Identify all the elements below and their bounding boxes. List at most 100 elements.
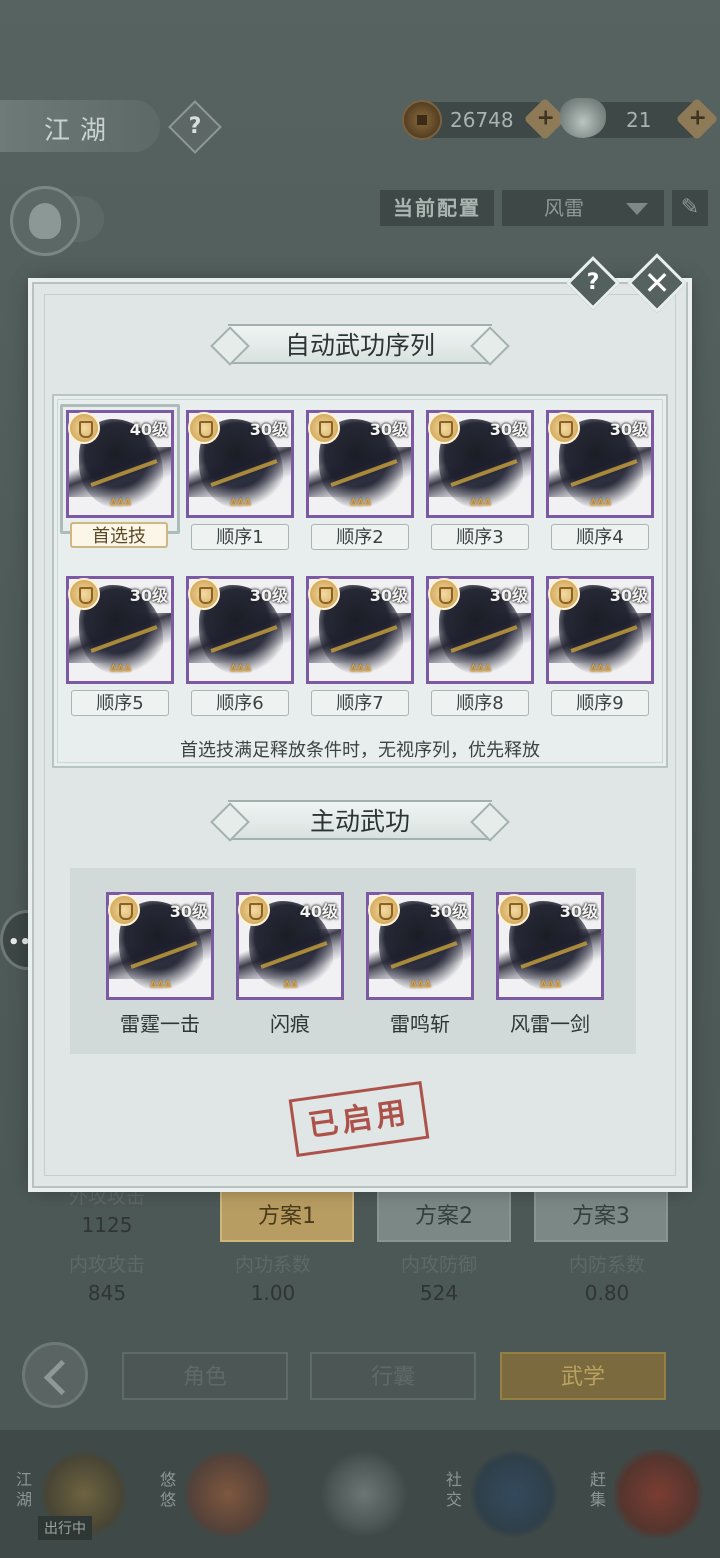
active-skill-card[interactable]: 30级 ᐞᐞᐞ (496, 892, 604, 1000)
shield-badge-icon (68, 578, 100, 610)
stat-value: 0.80 (584, 1281, 630, 1305)
skill-level: 30级 (559, 902, 598, 921)
copper-amount: 26748 (450, 108, 514, 132)
tab-bag[interactable]: 行囊 (310, 1352, 476, 1400)
order-tag: 顺序5 (71, 690, 169, 716)
skill-card[interactable]: 30级 ᐞᐞᐞ (66, 576, 174, 684)
flame-rank-icon: ᐞᐞᐞ (229, 662, 251, 680)
tab-character[interactable]: 角色 (122, 1352, 288, 1400)
stat-value: 845 (87, 1281, 127, 1305)
lotus-icon[interactable] (10, 186, 80, 256)
back-arrow-icon[interactable] (22, 1342, 88, 1408)
skill-card[interactable]: 30级 ᐞᐞᐞ (306, 410, 414, 518)
flame-rank-icon: ᐞᐞᐞ (149, 978, 171, 996)
skill-card[interactable]: 30级 ᐞᐞᐞ (546, 410, 654, 518)
skill-level: 30级 (249, 420, 288, 439)
plan-1-button[interactable]: 方案1 (220, 1188, 354, 1242)
copper-coin-icon (402, 100, 442, 140)
stat-internal-coef: 内功系数 1.00 (210, 1250, 336, 1305)
active-skill-name: 风雷一剑 (510, 1012, 590, 1036)
flame-rank-icon: ᐞᐞᐞ (589, 496, 611, 514)
order-tag: 顺序2 (311, 524, 409, 550)
copper-currency: 26748 + (402, 97, 567, 141)
active-skill-name: 雷鸣斩 (390, 1012, 450, 1036)
bottom-item-market[interactable]: 赶集 (588, 1440, 708, 1550)
sequence-note: 首选技满足释放条件时，无视序列，优先释放 (180, 740, 540, 761)
order-tag: 顺序8 (431, 690, 529, 716)
bottom-nav-center[interactable] (300, 1440, 420, 1550)
config-label: 当前配置 (380, 190, 494, 226)
stat-value: 524 (419, 1281, 459, 1305)
flame-rank-icon: ᐞᐞᐞ (589, 662, 611, 680)
stat-external-attack: 外攻攻击 1125 (44, 1182, 170, 1237)
stat-internal-defense: 内攻防御 524 (376, 1250, 502, 1305)
shield-badge-icon (548, 578, 580, 610)
active-skill-name: 雷霆一击 (120, 1012, 200, 1036)
active-skill-card[interactable]: 40级 ᐞᐞ (236, 892, 344, 1000)
shield-badge-icon (308, 578, 340, 610)
stat-label: 内功系数 (234, 1254, 311, 1276)
bottom-item-label: 社交 (446, 1470, 463, 1509)
skill-card[interactable]: 30级 ᐞᐞᐞ (546, 576, 654, 684)
skill-card[interactable]: 30级 ᐞᐞᐞ (306, 576, 414, 684)
stat-value: 1.00 (250, 1281, 296, 1305)
shield-badge-icon (68, 412, 100, 444)
skill-level: 30级 (369, 586, 408, 605)
bottom-item-youyou[interactable]: 悠悠 (158, 1440, 278, 1550)
stat-label: 内攻攻击 (68, 1254, 145, 1276)
skill-card[interactable]: 30级 ᐞᐞᐞ (186, 410, 294, 518)
bottom-item-label: 江湖 (16, 1470, 33, 1509)
auto-sequence-title: 自动武功序列 (228, 324, 492, 364)
edit-config-button[interactable]: ✎ (672, 190, 708, 226)
plus-icon: + (536, 105, 555, 131)
config-select[interactable]: 风雷 (502, 190, 664, 226)
skill-level: 30级 (609, 420, 648, 439)
order-tag: 顺序7 (311, 690, 409, 716)
stat-defense-coef: 内防系数 0.80 (544, 1250, 670, 1305)
silver-ingot-icon (560, 98, 606, 138)
skill-level: 30级 (489, 420, 528, 439)
bottom-item-social[interactable]: 社交 (444, 1440, 564, 1550)
skill-level: 30级 (609, 586, 648, 605)
skill-level: 30级 (169, 902, 208, 921)
plan-2-button[interactable]: 方案2 (377, 1188, 511, 1242)
flame-rank-icon: ᐞᐞᐞ (229, 496, 251, 514)
tab-martial-arts[interactable]: 武学 (500, 1352, 666, 1400)
bottom-item-label: 赶集 (590, 1470, 607, 1509)
shield-badge-icon (188, 412, 220, 444)
active-skill-name: 闪痕 (270, 1012, 310, 1036)
skill-card[interactable]: 30级 ᐞᐞᐞ (186, 576, 294, 684)
order-tag: 顺序1 (191, 524, 289, 550)
plus-icon: + (688, 105, 707, 131)
order-tag: 顺序9 (551, 690, 649, 716)
active-skill-card[interactable]: 30级 ᐞᐞᐞ (366, 892, 474, 1000)
chevron-down-icon (626, 203, 648, 215)
pencil-icon: ✎ (680, 195, 700, 220)
flame-rank-icon: ᐞᐞᐞ (539, 978, 561, 996)
bottom-item-jianghu[interactable]: 江湖 出行中 (14, 1440, 134, 1550)
skill-level: 30级 (369, 420, 408, 439)
crane-art-icon (184, 1450, 272, 1538)
shield-badge-icon (188, 578, 220, 610)
order-tag: 顺序6 (191, 690, 289, 716)
silver-currency: 21 + (560, 97, 719, 141)
active-skill-card[interactable]: 30级 ᐞᐞᐞ (106, 892, 214, 1000)
skill-card[interactable]: 30级 ᐞᐞᐞ (426, 410, 534, 518)
shield-badge-icon (428, 412, 460, 444)
basket-art-icon (614, 1450, 702, 1538)
stat-internal-attack: 内攻攻击 845 (44, 1250, 170, 1305)
shield-badge-icon (498, 894, 530, 926)
active-skills-title: 主动武功 (228, 800, 492, 840)
bottom-item-label: 悠悠 (160, 1470, 177, 1509)
travel-status-badge: 出行中 (38, 1516, 92, 1540)
stat-label: 内攻防御 (400, 1254, 477, 1276)
skill-card[interactable]: 40级 ᐞᐞᐞ (66, 410, 174, 518)
plan-3-button[interactable]: 方案3 (534, 1188, 668, 1242)
skill-card[interactable]: 30级 ᐞᐞᐞ (426, 576, 534, 684)
flame-rank-icon: ᐞᐞ (282, 978, 298, 996)
page-title: 江湖 (0, 100, 160, 152)
skill-level: 30级 (249, 586, 288, 605)
order-tag: 顺序4 (551, 524, 649, 550)
flame-rank-icon: ᐞᐞᐞ (409, 978, 431, 996)
help-icon: ? (188, 114, 202, 139)
